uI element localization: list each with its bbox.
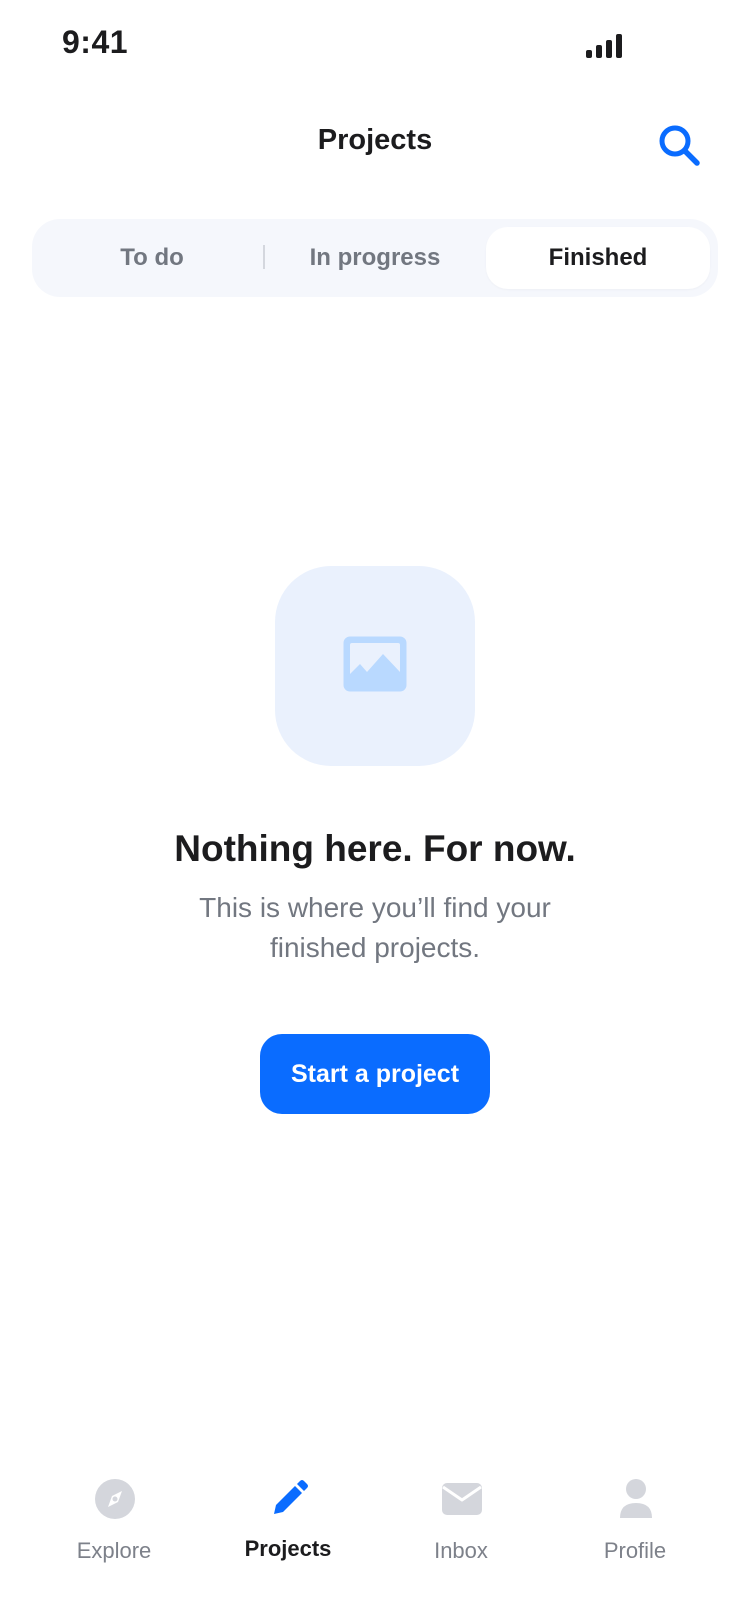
segmented-control: To do In progress Finished [32, 219, 718, 297]
tab-label-inbox: Inbox [434, 1538, 488, 1563]
status-bar: 9:41 [0, 0, 750, 90]
empty-state-title: Nothing here. For now. [174, 828, 576, 869]
tab-bar: Explore Projects Inbox Profile [0, 1460, 750, 1624]
compass-icon [95, 1479, 135, 1519]
segment-in-progress[interactable]: In progress [263, 227, 487, 289]
tab-label-projects: Projects [244, 1536, 332, 1561]
start-project-button[interactable]: Start a project [260, 1034, 490, 1114]
tab-inbox[interactable]: Inbox [367, 1460, 555, 1624]
person-icon [620, 1479, 652, 1518]
search-button[interactable] [656, 122, 704, 170]
segment-to-do[interactable]: To do [40, 227, 264, 289]
tab-explore[interactable]: Explore [20, 1460, 208, 1624]
image-placeholder-icon [343, 636, 407, 692]
tab-projects[interactable]: Projects [194, 1460, 382, 1624]
pencil-icon [274, 1480, 308, 1514]
search-icon [659, 125, 700, 166]
empty-state-illustration [275, 566, 475, 766]
segment-finished[interactable]: Finished [486, 227, 710, 289]
empty-state-subtitle: This is where you’ll find your finished … [199, 892, 551, 963]
status-time: 9:41 [62, 24, 129, 60]
tab-label-profile: Profile [603, 1538, 667, 1563]
envelope-icon [442, 1483, 482, 1515]
page-title: Projects [317, 124, 433, 156]
tab-label-explore: Explore [76, 1538, 152, 1563]
cellular-signal-icon [586, 34, 622, 58]
tab-profile[interactable]: Profile [541, 1460, 729, 1624]
